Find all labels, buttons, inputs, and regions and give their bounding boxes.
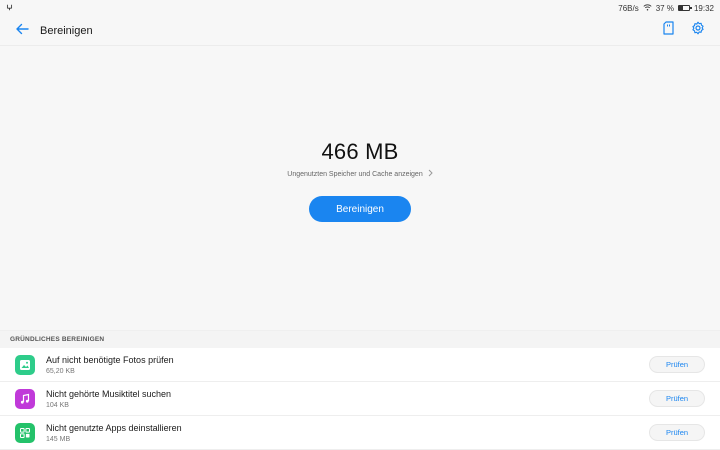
page-title: Bereinigen bbox=[40, 24, 93, 37]
list-item-size: 104 KB bbox=[46, 401, 69, 409]
apps-icon bbox=[15, 422, 35, 443]
check-music-button[interactable]: Prüfen bbox=[649, 390, 705, 407]
settings-button[interactable] bbox=[688, 21, 708, 41]
battery-fill bbox=[678, 6, 683, 10]
storage-summary: 466 MB Ungenutzten Speicher und Cache an… bbox=[0, 46, 720, 330]
status-left bbox=[6, 4, 13, 13]
photo-icon bbox=[15, 354, 35, 375]
list-item-apps[interactable]: Nicht genutzte Apps deinstallieren 145 M… bbox=[0, 416, 720, 450]
check-apps-button[interactable]: Prüfen bbox=[649, 424, 705, 441]
battery-icon bbox=[677, 5, 692, 11]
clean-button[interactable]: Bereinigen bbox=[309, 196, 411, 222]
toolbar: Bereinigen bbox=[0, 16, 720, 46]
sd-card-button[interactable] bbox=[658, 21, 678, 41]
show-unused-storage-link[interactable]: Ungenutzten Speicher und Cache anzeigen bbox=[287, 169, 433, 179]
usb-debug-icon bbox=[6, 4, 13, 13]
junk-size: 466 MB bbox=[321, 139, 399, 164]
list-item-size: 145 MB bbox=[46, 435, 71, 443]
list-item-size: 65,20 KB bbox=[46, 367, 75, 375]
status-bar: 76B/s 37 % 19:32 bbox=[0, 0, 720, 16]
music-icon bbox=[15, 388, 35, 409]
network-speed: 76B/s bbox=[618, 3, 639, 13]
list-item-title: Nicht genutzte Apps deinstallieren bbox=[46, 422, 182, 433]
sd-card-icon bbox=[662, 21, 674, 40]
back-button[interactable] bbox=[12, 21, 32, 41]
status-right: 76B/s 37 % 19:32 bbox=[618, 4, 714, 13]
deep-clean-section: GRÜNDLICHES BEREINIGEN Auf nicht benötig… bbox=[0, 330, 720, 450]
list-item-music[interactable]: Nicht gehörte Musiktitel suchen 104 KB P… bbox=[0, 382, 720, 416]
chevron-right-icon bbox=[428, 169, 433, 179]
battery-percent: 37 % bbox=[655, 3, 674, 13]
check-photos-button[interactable]: Prüfen bbox=[649, 356, 705, 373]
wifi-icon bbox=[643, 3, 652, 13]
show-unused-storage-label: Ungenutzten Speicher und Cache anzeigen bbox=[287, 170, 423, 178]
back-arrow-icon bbox=[15, 22, 29, 40]
list-item-title: Nicht gehörte Musiktitel suchen bbox=[46, 388, 172, 399]
list-item-title: Auf nicht benötigte Fotos prüfen bbox=[46, 354, 174, 365]
section-header: GRÜNDLICHES BEREINIGEN bbox=[0, 331, 720, 348]
gear-icon bbox=[691, 21, 705, 40]
list-item-photos[interactable]: Auf nicht benötigte Fotos prüfen 65,20 K… bbox=[0, 348, 720, 382]
status-time: 19:32 bbox=[693, 3, 714, 13]
